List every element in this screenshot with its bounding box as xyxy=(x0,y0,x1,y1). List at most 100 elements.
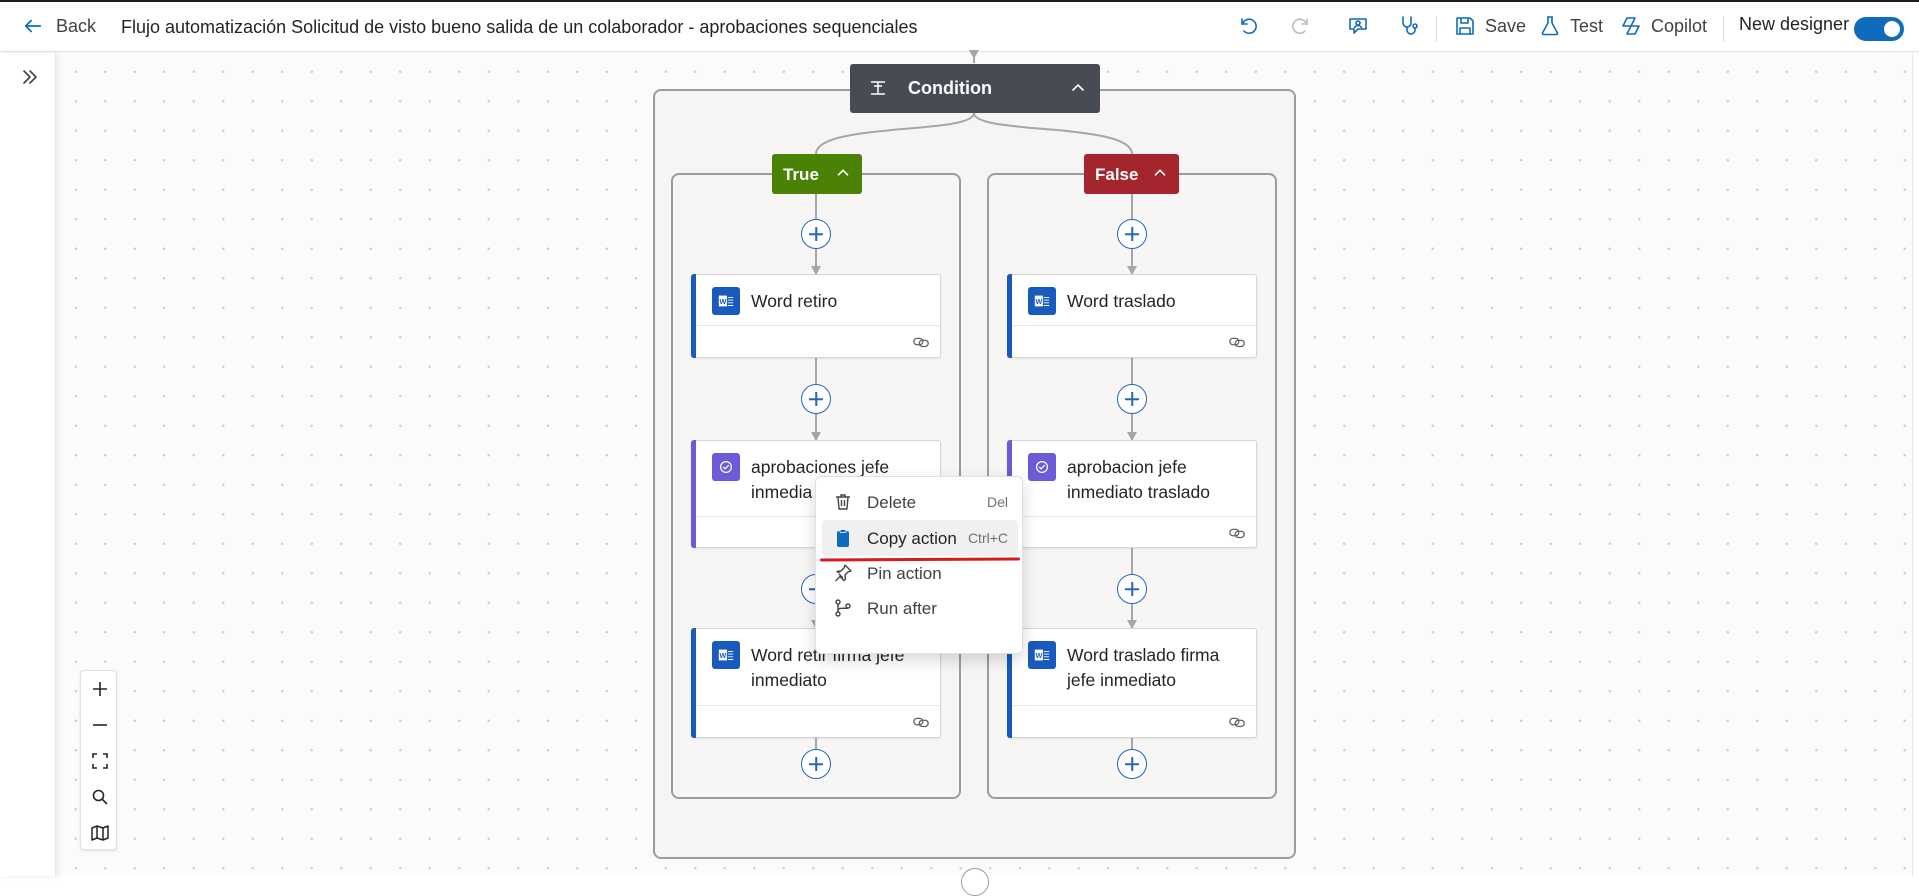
card-divider xyxy=(1012,325,1256,326)
menu-item-shortcut: Ctrl+C xyxy=(967,530,1008,546)
expand-panel-icon[interactable] xyxy=(18,65,42,89)
new-designer-label: New designer xyxy=(1739,14,1850,34)
menu-item-label: Delete xyxy=(867,493,917,512)
card-divider xyxy=(1012,705,1256,706)
back-button[interactable]: Back xyxy=(22,15,96,37)
zoom-in-button[interactable] xyxy=(81,671,118,707)
true-branch-header[interactable]: True xyxy=(772,154,862,194)
toolbar-divider-2 xyxy=(1723,16,1724,42)
zoom-controls xyxy=(80,670,117,850)
true-label: True xyxy=(783,165,819,184)
context-menu: Delete Del Copy action Ctrl+C Pin action… xyxy=(815,476,1023,654)
menu-item-delete[interactable]: Delete Del xyxy=(822,484,1018,520)
fit-view-icon xyxy=(91,753,108,769)
condition-header[interactable]: Condition xyxy=(850,64,1100,113)
menu-item-shortcut: Del xyxy=(986,494,1008,510)
back-label: Back xyxy=(56,15,97,36)
add-action-button[interactable] xyxy=(1117,574,1147,604)
false-branch-header[interactable]: False xyxy=(1084,154,1179,194)
menu-item-label: Copy action xyxy=(867,529,957,548)
add-action-button[interactable] xyxy=(801,384,831,414)
svg-text:W: W xyxy=(719,651,726,660)
menu-item-label: Run after xyxy=(867,599,937,618)
menu-item-label: Pin action xyxy=(867,564,942,583)
card-divider xyxy=(696,325,940,326)
flow-checker-button[interactable] xyxy=(1346,14,1370,38)
link-icon xyxy=(913,717,929,728)
link-icon xyxy=(1229,528,1245,539)
action-card[interactable]: W Word traslado xyxy=(1007,274,1257,358)
condition-icon xyxy=(871,81,885,95)
diagnostics-button[interactable] xyxy=(1397,14,1421,38)
action-title: aprobacion jefe inmediato traslado xyxy=(1067,457,1210,502)
pin-icon xyxy=(835,564,852,582)
chevron-up-icon[interactable] xyxy=(834,164,852,182)
link-icon xyxy=(1229,717,1245,728)
card-accent xyxy=(691,440,696,548)
minimap-button[interactable] xyxy=(81,815,118,851)
scope-end-handle xyxy=(961,868,989,896)
action-card[interactable]: W Word traslado firma jefe inmediato xyxy=(1007,628,1257,738)
copilot-label: Copilot xyxy=(1651,15,1708,36)
svg-text:W: W xyxy=(719,297,726,306)
trash-icon xyxy=(836,494,850,510)
chevron-up-icon[interactable] xyxy=(1068,78,1088,98)
card-accent xyxy=(691,628,696,738)
card-accent xyxy=(691,274,696,358)
link-icon xyxy=(913,337,929,348)
card-accent xyxy=(1007,274,1012,358)
condition-label: Condition xyxy=(908,78,992,98)
copilot-button[interactable]: Copilot xyxy=(1619,14,1707,38)
word-icon: W xyxy=(712,287,740,315)
undo-button[interactable] xyxy=(1237,14,1261,38)
card-divider xyxy=(1012,516,1256,517)
action-title: Word traslado xyxy=(1067,291,1176,311)
add-action-button[interactable] xyxy=(1117,219,1147,249)
test-button[interactable]: Test xyxy=(1538,14,1603,38)
false-label: False xyxy=(1095,165,1139,184)
svg-text:W: W xyxy=(1035,651,1042,660)
search-button[interactable] xyxy=(81,779,118,815)
add-action-button[interactable] xyxy=(801,219,831,249)
zoom-out-button[interactable] xyxy=(81,707,118,743)
word-icon: W xyxy=(1028,287,1056,315)
flask-icon xyxy=(1541,16,1559,36)
undo-icon xyxy=(1241,18,1257,35)
save-icon xyxy=(1456,17,1474,35)
branch-icon xyxy=(835,599,851,617)
menu-item-copy-action[interactable]: Copy action Ctrl+C xyxy=(822,520,1018,556)
left-rail xyxy=(0,53,56,876)
clipboard-icon xyxy=(837,529,849,547)
word-icon: W xyxy=(1028,641,1056,669)
flow-title: Flujo automatización Solicitud de visto … xyxy=(121,17,918,37)
redo-button[interactable] xyxy=(1288,14,1312,38)
flow-checker-icon xyxy=(1349,18,1367,34)
map-icon xyxy=(90,825,109,841)
search-icon xyxy=(92,789,108,805)
test-label: Test xyxy=(1570,15,1604,36)
fit-view-button[interactable] xyxy=(81,743,118,779)
action-card[interactable]: W Word retiro xyxy=(691,274,941,358)
add-action-button[interactable] xyxy=(1117,749,1147,779)
action-card[interactable]: aprobacion jefe inmediato traslado xyxy=(1007,440,1257,548)
action-title: Word retiro xyxy=(751,291,838,311)
link-icon xyxy=(1229,337,1245,348)
save-label: Save xyxy=(1485,15,1527,36)
minus-icon xyxy=(92,724,107,726)
add-action-button[interactable] xyxy=(1117,384,1147,414)
right-edge xyxy=(1912,53,1919,876)
menu-item-run-after[interactable]: Run after xyxy=(822,590,1018,626)
toolbar-divider xyxy=(1436,16,1437,42)
word-icon: W xyxy=(712,641,740,669)
plus-icon xyxy=(92,682,107,696)
new-designer-toggle[interactable] xyxy=(1854,17,1904,41)
arrow-left-icon xyxy=(24,19,42,33)
approvals-icon xyxy=(1028,453,1056,481)
save-button[interactable]: Save xyxy=(1453,14,1526,38)
chevron-up-icon[interactable] xyxy=(1151,164,1169,182)
action-title: Word traslado firma jefe inmediato xyxy=(1067,645,1220,690)
card-divider xyxy=(696,705,940,706)
approvals-icon xyxy=(712,453,740,481)
add-action-button[interactable] xyxy=(801,749,831,779)
stethoscope-icon xyxy=(1402,16,1418,35)
